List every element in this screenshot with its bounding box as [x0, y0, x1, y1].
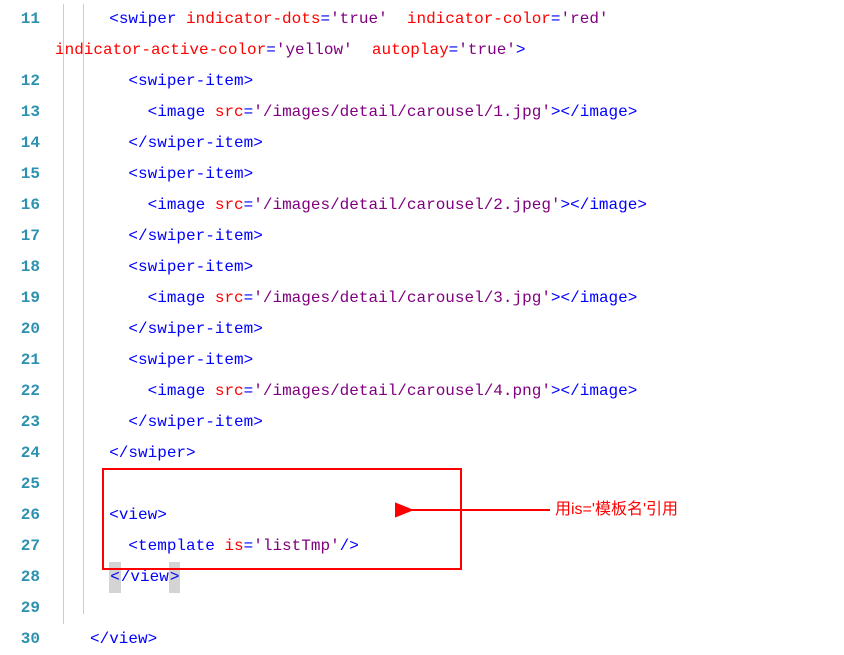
line-num: 18 [0, 252, 40, 283]
line-num: 29 [0, 593, 40, 624]
line-num: 12 [0, 66, 40, 97]
code-line-28[interactable]: </view> [55, 562, 844, 593]
code-line-17[interactable]: </swiper-item> [55, 221, 844, 252]
line-num: 21 [0, 345, 40, 376]
line-num: 30 [0, 624, 40, 655]
line-num: 19 [0, 283, 40, 314]
line-num: 20 [0, 314, 40, 345]
line-num: 23 [0, 407, 40, 438]
code-line-13[interactable]: <image src='/images/detail/carousel/1.jp… [55, 97, 844, 128]
line-num: 11 [0, 4, 40, 35]
line-num: 17 [0, 221, 40, 252]
code-content[interactable]: <swiper indicator-dots='true' indicator-… [55, 0, 844, 626]
code-line-15[interactable]: <swiper-item> [55, 159, 844, 190]
line-num: 26 [0, 500, 40, 531]
line-num: 15 [0, 159, 40, 190]
code-line-11[interactable]: <swiper indicator-dots='true' indicator-… [55, 4, 844, 35]
code-line-23[interactable]: </swiper-item> [55, 407, 844, 438]
code-line-20[interactable]: </swiper-item> [55, 314, 844, 345]
code-line-27[interactable]: <template is='listTmp'/> [55, 531, 844, 562]
code-line-22[interactable]: <image src='/images/detail/carousel/4.pn… [55, 376, 844, 407]
code-line-19[interactable]: <image src='/images/detail/carousel/3.jp… [55, 283, 844, 314]
code-line-21[interactable]: <swiper-item> [55, 345, 844, 376]
line-num: 24 [0, 438, 40, 469]
code-line-16[interactable]: <image src='/images/detail/carousel/2.jp… [55, 190, 844, 221]
code-editor[interactable]: 11 12 13 14 15 16 17 18 19 20 21 22 23 2… [0, 0, 844, 626]
code-line-14[interactable]: </swiper-item> [55, 128, 844, 159]
code-line-18[interactable]: <swiper-item> [55, 252, 844, 283]
line-num: 22 [0, 376, 40, 407]
code-line-12[interactable]: <swiper-item> [55, 66, 844, 97]
code-line-11-wrap[interactable]: indicator-active-color='yellow' autoplay… [55, 35, 844, 66]
line-num: 16 [0, 190, 40, 221]
line-num: 13 [0, 97, 40, 128]
line-num: 28 [0, 562, 40, 593]
line-gutter: 11 12 13 14 15 16 17 18 19 20 21 22 23 2… [0, 0, 55, 626]
line-num: 25 [0, 469, 40, 500]
code-line-24[interactable]: </swiper> [55, 438, 844, 469]
code-line-26[interactable]: <view> [55, 500, 844, 531]
code-line-25[interactable] [55, 469, 844, 500]
line-num: 27 [0, 531, 40, 562]
code-line-29[interactable] [55, 593, 844, 624]
annotation-text: 用is='模板名'引用 [555, 495, 678, 519]
line-num: 14 [0, 128, 40, 159]
code-line-30[interactable]: </view> [55, 624, 844, 655]
